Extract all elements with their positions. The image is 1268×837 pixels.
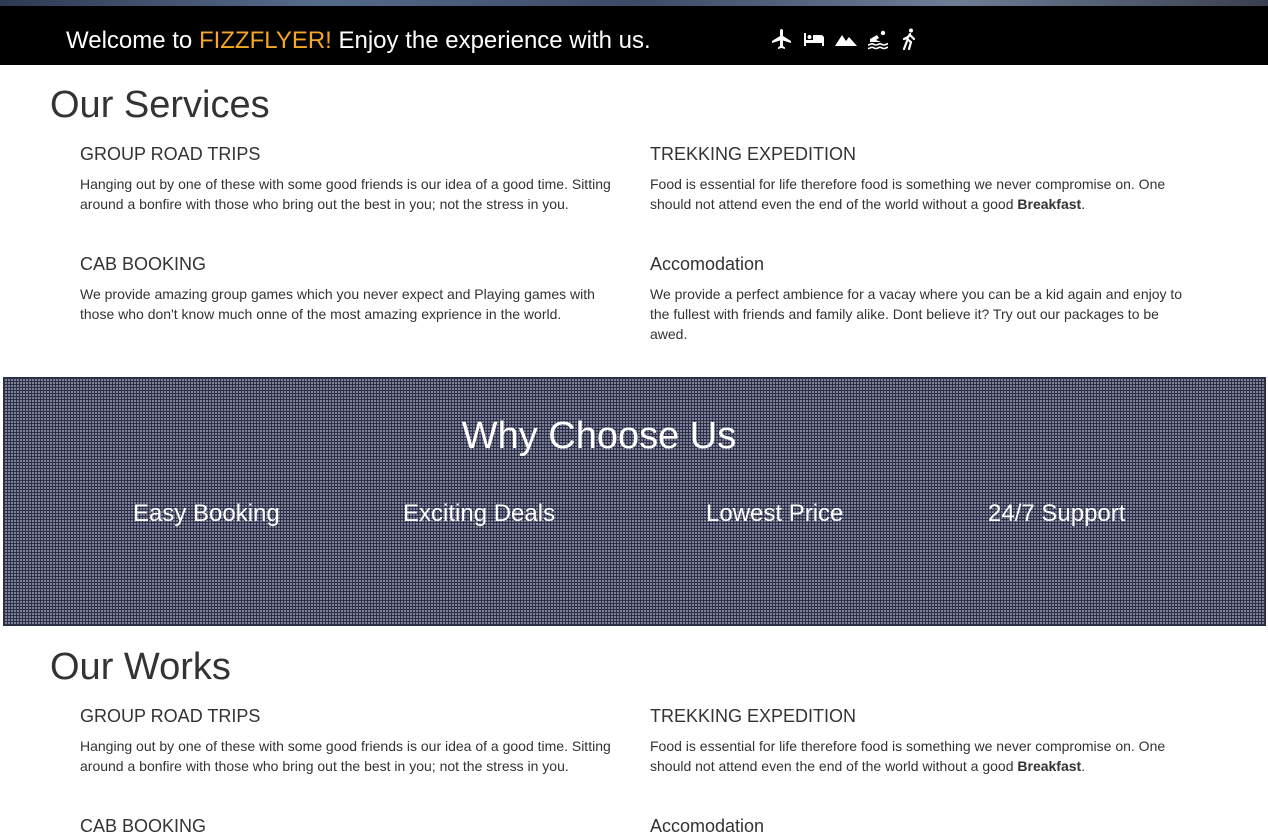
bed-icon[interactable] bbox=[802, 27, 826, 51]
service-title-cab-booking: CAB BOOKING bbox=[80, 254, 207, 274]
work-text-trekking: Food is essential for life therefore foo… bbox=[650, 736, 1190, 776]
plane-icon[interactable] bbox=[770, 27, 794, 51]
welcome-text: Welcome to FIZZFLYER! Enjoy the experien… bbox=[66, 27, 651, 55]
brand-name[interactable]: FIZZFLYER! bbox=[199, 27, 332, 54]
service-text-cab-booking: We provide amazing group games which you… bbox=[80, 286, 595, 322]
service-text-accomodation: We provide a perfect ambience for a vaca… bbox=[650, 286, 1183, 342]
service-title-accomodation: Accomodation bbox=[650, 254, 765, 274]
feature-support: 24/7 Support bbox=[988, 500, 1126, 527]
breakfast-emphasis: Breakfast bbox=[1017, 196, 1082, 212]
feature-lowest-price: Lowest Price bbox=[706, 500, 844, 527]
hiker-icon[interactable] bbox=[898, 27, 922, 51]
services-title: Our Services bbox=[50, 84, 270, 126]
work-trekking-text-end: . bbox=[1081, 758, 1086, 774]
feature-exciting-deals: Exciting Deals bbox=[403, 500, 556, 527]
work-trekking-text: Food is essential for life therefore foo… bbox=[650, 738, 1166, 774]
feature-easy-booking: Easy Booking bbox=[133, 500, 280, 527]
welcome-prefix: Welcome to bbox=[66, 27, 199, 54]
mountain-icon[interactable] bbox=[834, 27, 858, 51]
works-title: Our Works bbox=[50, 646, 231, 688]
why-choose-us-title: Why Choose Us bbox=[461, 415, 737, 457]
work-breakfast-emphasis: Breakfast bbox=[1017, 758, 1082, 774]
work-title-road-trips: GROUP ROAD TRIPS bbox=[80, 706, 261, 726]
trekking-text: Food is essential for life therefore foo… bbox=[650, 176, 1166, 212]
work-title-trekking: TREKKING EXPEDITION bbox=[650, 706, 857, 726]
service-text-trekking: Food is essential for life therefore foo… bbox=[650, 174, 1190, 214]
service-text-road-trips: Hanging out by one of these with some go… bbox=[80, 176, 611, 212]
why-choose-us-section: Why Choose Us Easy Booking Exciting Deal… bbox=[3, 377, 1266, 626]
work-title-accomodation: Accomodation bbox=[650, 816, 765, 836]
service-title-road-trips: GROUP ROAD TRIPS bbox=[80, 144, 261, 164]
work-title-cab-booking: CAB BOOKING bbox=[80, 816, 207, 836]
activity-icons bbox=[770, 27, 922, 51]
welcome-suffix: Enjoy the experience with us. bbox=[331, 27, 651, 54]
work-text-road-trips: Hanging out by one of these with some go… bbox=[80, 738, 611, 774]
swimmer-icon[interactable] bbox=[866, 27, 890, 51]
trekking-text-end: . bbox=[1081, 196, 1086, 212]
service-title-trekking: TREKKING EXPEDITION bbox=[650, 144, 857, 164]
top-bar: Welcome to FIZZFLYER! Enjoy the experien… bbox=[0, 6, 1268, 65]
